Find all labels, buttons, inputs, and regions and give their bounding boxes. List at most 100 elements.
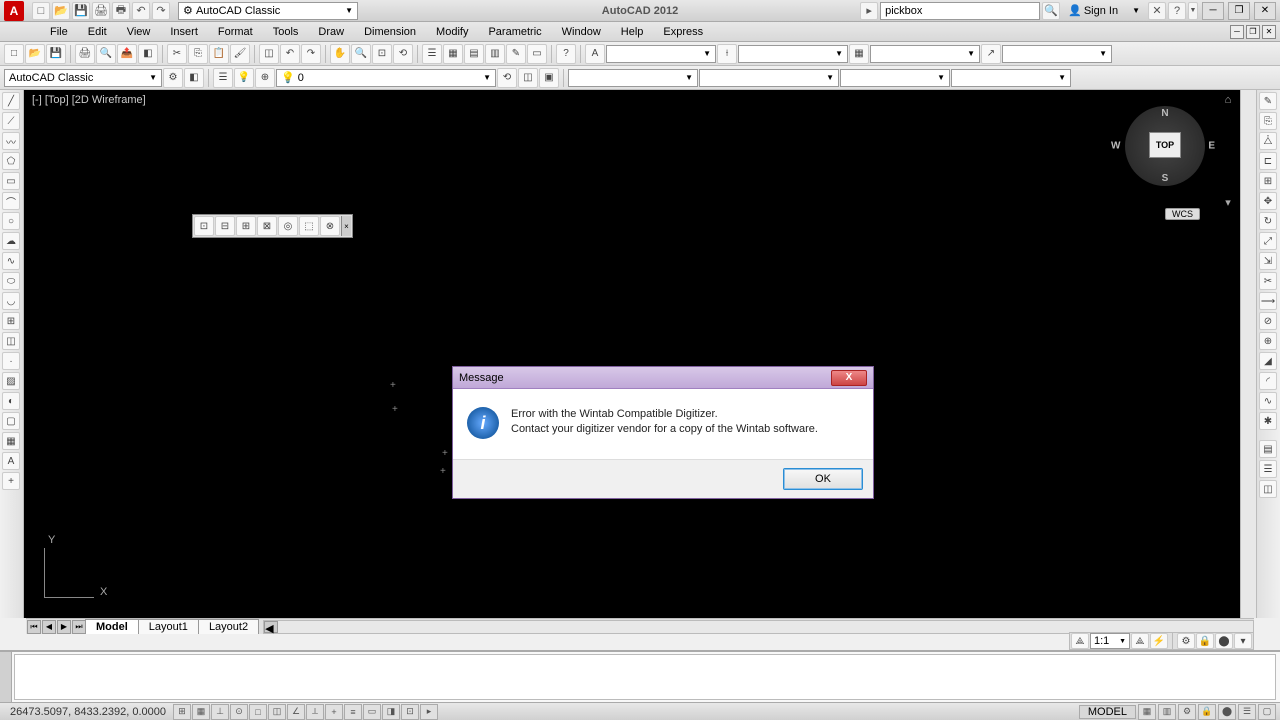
otrack-icon[interactable]: ∠ bbox=[287, 704, 305, 720]
ortho-icon[interactable]: ⊥ bbox=[211, 704, 229, 720]
tab-prev-icon[interactable]: ◀ bbox=[42, 620, 56, 634]
open-icon[interactable]: 📂 bbox=[52, 2, 70, 20]
maximize-button[interactable]: ❐ bbox=[1228, 2, 1250, 20]
workspace-settings-icon[interactable]: ⚙ bbox=[163, 68, 183, 88]
tab-layout1[interactable]: Layout1 bbox=[138, 619, 199, 634]
new-icon[interactable]: □ bbox=[32, 2, 50, 20]
markup-icon[interactable]: ✎ bbox=[506, 44, 526, 64]
join-icon[interactable]: ⊕ bbox=[1259, 332, 1277, 350]
mdi-minimize-button[interactable]: ─ bbox=[1230, 25, 1244, 39]
mtext-icon[interactable]: A bbox=[2, 452, 20, 470]
menu-insert[interactable]: Insert bbox=[160, 24, 208, 40]
zoom-icon[interactable]: 🔍 bbox=[351, 44, 371, 64]
viewcube[interactable]: N S E W TOP bbox=[1125, 106, 1205, 186]
calc-icon[interactable]: ▭ bbox=[527, 44, 547, 64]
cut-icon[interactable]: ✂ bbox=[167, 44, 187, 64]
view-right-icon[interactable]: ⊠ bbox=[257, 216, 277, 236]
mdi-restore-button[interactable]: ❐ bbox=[1246, 25, 1260, 39]
hatch-icon[interactable]: ▨ bbox=[2, 372, 20, 390]
polyline-icon[interactable]: 〰 bbox=[2, 132, 20, 150]
tab-last-icon[interactable]: ⏭ bbox=[72, 620, 86, 634]
table-style-icon[interactable]: ▦ bbox=[849, 44, 869, 64]
chamfer-icon[interactable]: ◢ bbox=[1259, 352, 1277, 370]
view-delete-icon[interactable]: ⊗ bbox=[320, 216, 340, 236]
hardware-accel-icon[interactable]: ⬤ bbox=[1215, 633, 1233, 649]
lineweight-dropdown[interactable]: ▼ bbox=[840, 69, 950, 87]
coordinates[interactable]: 26473.5097, 8433.2392, 0.0000 bbox=[4, 706, 172, 718]
linetype-dropdown[interactable]: ▼ bbox=[699, 69, 839, 87]
menu-modify[interactable]: Modify bbox=[426, 24, 478, 40]
dimstyle-dropdown[interactable]: ▼ bbox=[738, 45, 848, 63]
workspace-dropdown-2[interactable]: AutoCAD Classic▼ bbox=[4, 69, 162, 87]
copy-obj-icon[interactable]: ⎘ bbox=[1259, 112, 1277, 130]
sr-hwaccel-icon[interactable]: ⬤ bbox=[1218, 704, 1236, 720]
sheet-icon[interactable]: ▥ bbox=[485, 44, 505, 64]
signin-button[interactable]: 👤 Sign In ▼ bbox=[1062, 4, 1146, 17]
menu-view[interactable]: View bbox=[117, 24, 161, 40]
plot-icon[interactable]: 🖨 bbox=[92, 2, 110, 20]
menu-file[interactable]: File bbox=[40, 24, 78, 40]
vertical-scrollbar[interactable] bbox=[1240, 90, 1256, 618]
grid-icon[interactable]: ▦ bbox=[192, 704, 210, 720]
floating-close-icon[interactable]: × bbox=[341, 216, 351, 236]
dim-style-icon[interactable]: ⟊ bbox=[717, 44, 737, 64]
polygon-icon[interactable]: ⬠ bbox=[2, 152, 20, 170]
block-icon[interactable]: ◫ bbox=[259, 44, 279, 64]
help-icon[interactable]: ? bbox=[556, 44, 576, 64]
toolbar-lock-icon[interactable]: 🔒 bbox=[1196, 633, 1214, 649]
minimize-button[interactable]: ─ bbox=[1202, 2, 1224, 20]
arc-icon[interactable]: ⌒ bbox=[2, 192, 20, 210]
menu-parametric[interactable]: Parametric bbox=[478, 24, 551, 40]
layer-prev-icon[interactable]: ⟲ bbox=[497, 68, 517, 88]
tab-first-icon[interactable]: ⏮ bbox=[27, 620, 41, 634]
scroll-left-icon[interactable]: ◀ bbox=[264, 621, 278, 633]
redo-icon[interactable]: ↷ bbox=[301, 44, 321, 64]
mirror-icon[interactable]: ⧊ bbox=[1259, 132, 1277, 150]
menu-tools[interactable]: Tools bbox=[263, 24, 309, 40]
blocks-panel-icon[interactable]: ◫ bbox=[1259, 480, 1277, 498]
anno-vis-icon[interactable]: ⟁ bbox=[1131, 633, 1149, 649]
compass-s[interactable]: S bbox=[1162, 173, 1169, 184]
workspace-dropdown[interactable]: ⚙ AutoCAD Classic ▼ bbox=[178, 2, 358, 20]
rectangle-icon[interactable]: ▭ bbox=[2, 172, 20, 190]
osnap-icon[interactable]: □ bbox=[249, 704, 267, 720]
view-left-icon[interactable]: ⊞ bbox=[236, 216, 256, 236]
ducs-icon[interactable]: ⟂ bbox=[306, 704, 324, 720]
print-icon[interactable]: 🖶 bbox=[112, 2, 130, 20]
exchange-icon[interactable]: ✕ bbox=[1148, 2, 1166, 20]
save-file-icon[interactable]: 💾 bbox=[46, 44, 66, 64]
point-icon[interactable]: · bbox=[2, 352, 20, 370]
help-icon[interactable]: ? bbox=[1168, 2, 1186, 20]
cmdline-drag-handle[interactable] bbox=[0, 652, 12, 702]
dialog-title-bar[interactable]: Message X bbox=[453, 367, 873, 389]
app-icon[interactable]: A bbox=[4, 1, 24, 21]
model-space-label[interactable]: MODEL bbox=[1079, 705, 1136, 719]
menu-express[interactable]: Express bbox=[653, 24, 713, 40]
color-dropdown[interactable]: ▼ bbox=[568, 69, 698, 87]
text-style-icon[interactable]: A bbox=[585, 44, 605, 64]
workspace-switch-icon[interactable]: ⚙ bbox=[1177, 633, 1195, 649]
command-input[interactable] bbox=[14, 654, 1276, 700]
offset-icon[interactable]: ⊏ bbox=[1259, 152, 1277, 170]
menu-edit[interactable]: Edit bbox=[78, 24, 117, 40]
menu-format[interactable]: Format bbox=[208, 24, 263, 40]
line-icon[interactable]: ╱ bbox=[2, 92, 20, 110]
ellipse-arc-icon[interactable]: ◡ bbox=[2, 292, 20, 310]
erase-icon[interactable]: ✎ bbox=[1259, 92, 1277, 110]
sr-position-lock-icon[interactable]: 🔒 bbox=[1198, 704, 1216, 720]
sc-icon[interactable]: ⊡ bbox=[401, 704, 419, 720]
search-icon[interactable]: 🔍 bbox=[1042, 2, 1060, 20]
break-icon[interactable]: ⊘ bbox=[1259, 312, 1277, 330]
textstyle-dropdown[interactable]: ▼ bbox=[606, 45, 716, 63]
blend-icon[interactable]: ∿ bbox=[1259, 392, 1277, 410]
plotstyle-dropdown[interactable]: ▼ bbox=[951, 69, 1071, 87]
designctr-icon[interactable]: ▦ bbox=[443, 44, 463, 64]
drawing-canvas[interactable]: [-] [Top] [2D Wireframe] ⌂ ▾ N S E W TOP… bbox=[24, 90, 1256, 618]
anno-scale-icon[interactable]: ⟁ bbox=[1071, 633, 1089, 649]
spline-icon[interactable]: ∿ bbox=[2, 252, 20, 270]
layer-filter-icon[interactable]: ⊕ bbox=[255, 68, 275, 88]
mdi-close-button[interactable]: ✕ bbox=[1262, 25, 1276, 39]
navbar-collapse-icon[interactable]: ▾ bbox=[1220, 194, 1236, 210]
wcs-badge[interactable]: WCS bbox=[1165, 208, 1200, 220]
undo-icon[interactable]: ↶ bbox=[132, 2, 150, 20]
